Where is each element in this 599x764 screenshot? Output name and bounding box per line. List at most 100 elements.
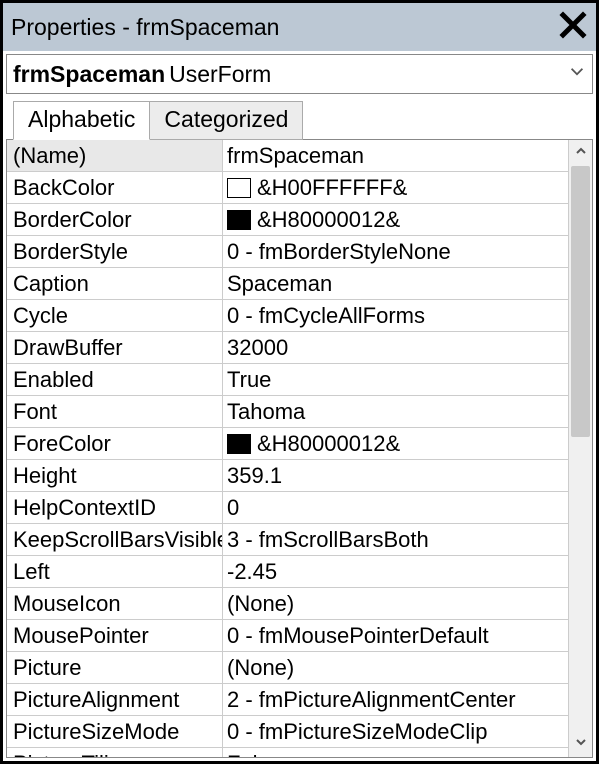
property-value[interactable]: 3 - fmScrollBarsBoth bbox=[223, 524, 568, 555]
property-name: HelpContextID bbox=[7, 492, 223, 523]
property-row[interactable]: PictureAlignment2 - fmPictureAlignmentCe… bbox=[7, 684, 568, 716]
property-name: BorderColor bbox=[7, 204, 223, 235]
property-name: MouseIcon bbox=[7, 588, 223, 619]
property-value-text: Tahoma bbox=[227, 399, 305, 425]
property-name: BorderStyle bbox=[7, 236, 223, 267]
property-name: KeepScrollBarsVisible bbox=[7, 524, 223, 555]
property-name: Cycle bbox=[7, 300, 223, 331]
property-row[interactable]: BorderStyle0 - fmBorderStyleNone bbox=[7, 236, 568, 268]
property-value-text: 2 - fmPictureAlignmentCenter bbox=[227, 687, 516, 713]
object-selector[interactable]: frmSpaceman UserForm bbox=[6, 54, 593, 94]
titlebar: Properties - frmSpaceman bbox=[3, 3, 596, 51]
property-value-text: &H80000012& bbox=[257, 207, 400, 233]
property-value-text: 0 bbox=[227, 495, 239, 521]
property-name: Font bbox=[7, 396, 223, 427]
property-value-text: -2.45 bbox=[227, 559, 277, 585]
property-value[interactable]: 0 - fmPictureSizeModeClip bbox=[223, 716, 568, 747]
property-row[interactable]: PictureTilingFalse bbox=[7, 748, 568, 757]
property-row[interactable]: (Name)frmSpaceman bbox=[7, 140, 568, 172]
property-row[interactable]: CaptionSpaceman bbox=[7, 268, 568, 300]
property-value[interactable]: 0 bbox=[223, 492, 568, 523]
property-row[interactable]: KeepScrollBarsVisible3 - fmScrollBarsBot… bbox=[7, 524, 568, 556]
property-value[interactable]: 0 - fmCycleAllForms bbox=[223, 300, 568, 331]
property-value-text: 0 - fmPictureSizeModeClip bbox=[227, 719, 487, 745]
color-swatch bbox=[227, 178, 251, 198]
property-value-text: 0 - fmCycleAllForms bbox=[227, 303, 425, 329]
property-name: Caption bbox=[7, 268, 223, 299]
property-value[interactable]: 359.1 bbox=[223, 460, 568, 491]
property-value[interactable]: -2.45 bbox=[223, 556, 568, 587]
property-row[interactable]: MouseIcon(None) bbox=[7, 588, 568, 620]
property-value-text: frmSpaceman bbox=[227, 143, 364, 169]
property-name: MousePointer bbox=[7, 620, 223, 651]
property-value-text: Spaceman bbox=[227, 271, 332, 297]
property-value[interactable]: Spaceman bbox=[223, 268, 568, 299]
property-row[interactable]: PictureSizeMode0 - fmPictureSizeModeClip bbox=[7, 716, 568, 748]
property-value[interactable]: 2 - fmPictureAlignmentCenter bbox=[223, 684, 568, 715]
property-name: DrawBuffer bbox=[7, 332, 223, 363]
property-row[interactable]: DrawBuffer32000 bbox=[7, 332, 568, 364]
property-value-text: 0 - fmMousePointerDefault bbox=[227, 623, 489, 649]
property-grid: (Name)frmSpacemanBackColor&H00FFFFFF&Bor… bbox=[7, 140, 568, 757]
property-row[interactable]: HelpContextID0 bbox=[7, 492, 568, 524]
property-row[interactable]: Cycle0 - fmCycleAllForms bbox=[7, 300, 568, 332]
property-name: Height bbox=[7, 460, 223, 491]
window-title: Properties - frmSpaceman bbox=[11, 14, 279, 41]
property-row[interactable]: Picture(None) bbox=[7, 652, 568, 684]
property-value-text: 32000 bbox=[227, 335, 288, 361]
property-value[interactable]: False bbox=[223, 748, 568, 757]
property-value[interactable]: &H80000012& bbox=[223, 204, 568, 235]
property-value-text: 3 - fmScrollBarsBoth bbox=[227, 527, 429, 553]
property-row[interactable]: ForeColor&H80000012& bbox=[7, 428, 568, 460]
property-value-text: True bbox=[227, 367, 271, 393]
chevron-down-icon bbox=[568, 63, 586, 86]
property-value-text: 0 - fmBorderStyleNone bbox=[227, 239, 451, 265]
tab-categorized[interactable]: Categorized bbox=[149, 101, 303, 140]
vertical-scrollbar[interactable] bbox=[568, 140, 592, 757]
property-value-text: (None) bbox=[227, 655, 294, 681]
property-row[interactable]: BorderColor&H80000012& bbox=[7, 204, 568, 236]
property-value[interactable]: 0 - fmBorderStyleNone bbox=[223, 236, 568, 267]
scroll-down-button[interactable] bbox=[569, 731, 593, 757]
tab-strip: Alphabetic Categorized bbox=[3, 94, 596, 139]
property-row[interactable]: EnabledTrue bbox=[7, 364, 568, 396]
property-value[interactable]: (None) bbox=[223, 652, 568, 683]
properties-window: Properties - frmSpaceman frmSpaceman Use… bbox=[0, 0, 599, 764]
property-row[interactable]: Height359.1 bbox=[7, 460, 568, 492]
tab-alphabetic[interactable]: Alphabetic bbox=[13, 101, 150, 140]
property-row[interactable]: Left-2.45 bbox=[7, 556, 568, 588]
scrollbar-track[interactable] bbox=[569, 166, 592, 731]
object-name: frmSpaceman bbox=[13, 61, 165, 88]
color-swatch bbox=[227, 210, 251, 230]
property-row[interactable]: BackColor&H00FFFFFF& bbox=[7, 172, 568, 204]
property-name: Enabled bbox=[7, 364, 223, 395]
chevron-up-icon bbox=[575, 144, 587, 162]
property-grid-container: (Name)frmSpacemanBackColor&H00FFFFFF&Bor… bbox=[6, 139, 593, 758]
close-button[interactable] bbox=[556, 10, 590, 44]
property-name: PictureAlignment bbox=[7, 684, 223, 715]
property-name: (Name) bbox=[7, 140, 223, 171]
property-row[interactable]: MousePointer0 - fmMousePointerDefault bbox=[7, 620, 568, 652]
property-row[interactable]: FontTahoma bbox=[7, 396, 568, 428]
property-value[interactable]: Tahoma bbox=[223, 396, 568, 427]
property-value[interactable]: (None) bbox=[223, 588, 568, 619]
property-value[interactable]: &H00FFFFFF& bbox=[223, 172, 568, 203]
property-value-text: (None) bbox=[227, 591, 294, 617]
object-type: UserForm bbox=[169, 61, 271, 88]
property-value[interactable]: True bbox=[223, 364, 568, 395]
scrollbar-thumb[interactable] bbox=[571, 166, 590, 437]
color-swatch bbox=[227, 434, 251, 454]
property-value[interactable]: &H80000012& bbox=[223, 428, 568, 459]
property-name: BackColor bbox=[7, 172, 223, 203]
close-icon bbox=[558, 10, 588, 45]
property-name: PictureTiling bbox=[7, 748, 223, 757]
scroll-up-button[interactable] bbox=[569, 140, 593, 166]
property-value[interactable]: frmSpaceman bbox=[223, 140, 568, 171]
property-value-text: 359.1 bbox=[227, 463, 282, 489]
property-value-text: &H80000012& bbox=[257, 431, 400, 457]
property-name: ForeColor bbox=[7, 428, 223, 459]
chevron-down-icon bbox=[575, 735, 587, 753]
property-value[interactable]: 0 - fmMousePointerDefault bbox=[223, 620, 568, 651]
property-name: PictureSizeMode bbox=[7, 716, 223, 747]
property-value[interactable]: 32000 bbox=[223, 332, 568, 363]
